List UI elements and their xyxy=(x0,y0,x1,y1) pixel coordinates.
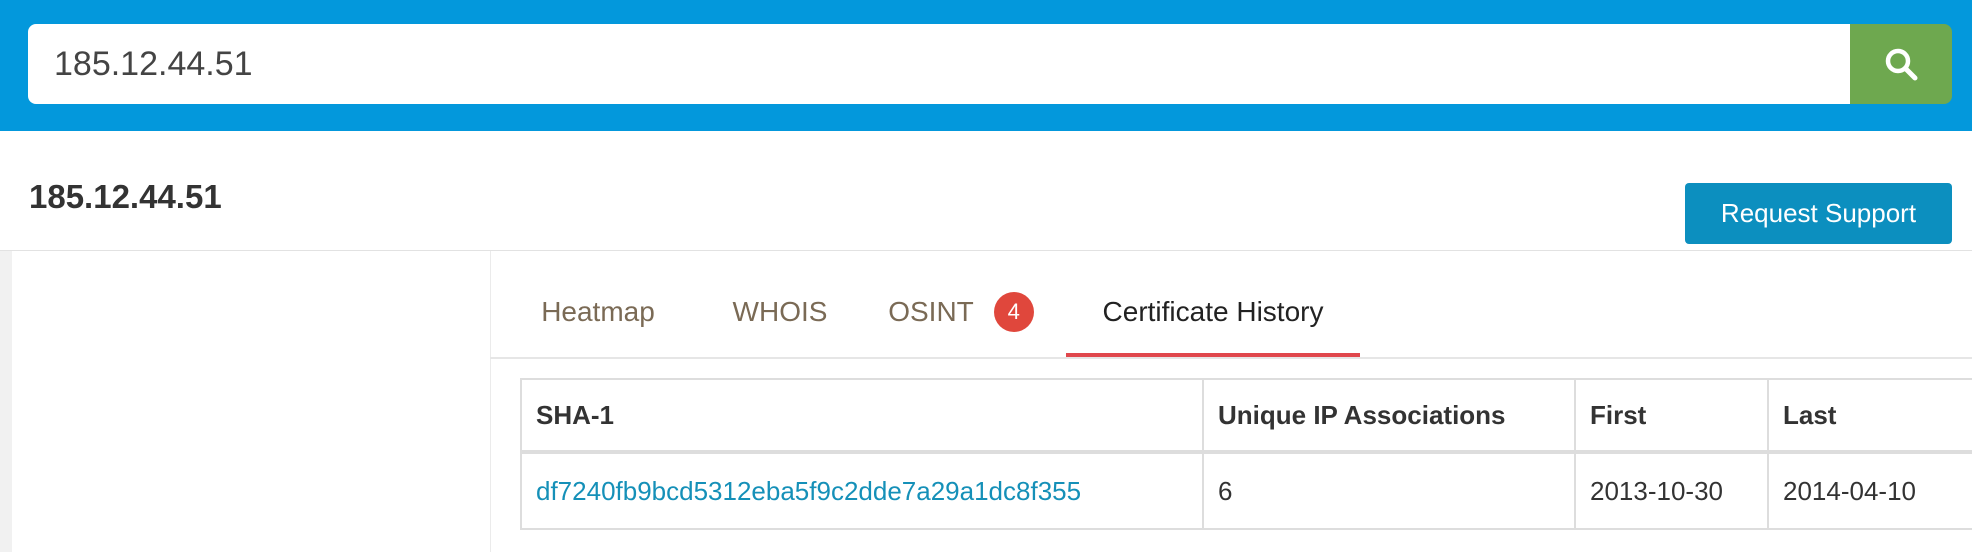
certificate-history-table: SHA-1 Unique IP Associations First Last … xyxy=(520,378,1972,530)
column-header-last: Last xyxy=(1767,378,1972,454)
column-header-unique-ip-associations: Unique IP Associations xyxy=(1202,378,1576,454)
tab-certificate-history[interactable]: Certificate History xyxy=(1066,251,1360,358)
first-seen-cell: 2013-10-30 xyxy=(1574,451,1769,530)
search-button[interactable] xyxy=(1850,24,1952,104)
tab-whois[interactable]: WHOIS xyxy=(720,251,840,358)
osint-count-badge: 4 xyxy=(993,291,1034,332)
tab-osint[interactable]: OSINT 4 xyxy=(878,251,1044,358)
tab-label: OSINT xyxy=(888,295,974,327)
unique-ip-cell: 6 xyxy=(1202,451,1576,530)
tab-label: Certificate History xyxy=(1102,295,1324,327)
tab-bar: Heatmap WHOIS OSINT 4 Certificate Histor… xyxy=(490,251,1972,358)
page-title: 185.12.44.51 xyxy=(29,178,222,215)
request-support-button[interactable]: Request Support xyxy=(1685,183,1952,244)
column-header-sha1: SHA-1 xyxy=(520,378,1204,454)
sha1-link[interactable]: df7240fb9bcd5312eba5f9c2dde7a29a1dc8f355 xyxy=(536,476,1081,506)
table-row: df7240fb9bcd5312eba5f9c2dde7a29a1dc8f355… xyxy=(520,451,1972,530)
tab-heatmap[interactable]: Heatmap xyxy=(520,251,676,358)
top-search-bar xyxy=(0,0,1972,131)
search-icon xyxy=(1885,48,1918,81)
tab-bar-divider xyxy=(490,357,1972,359)
table-header-row: SHA-1 Unique IP Associations First Last xyxy=(520,378,1972,454)
sha1-cell: df7240fb9bcd5312eba5f9c2dde7a29a1dc8f355 xyxy=(520,451,1204,530)
search-input[interactable] xyxy=(28,24,1850,104)
tab-label: WHOIS xyxy=(732,295,828,327)
column-header-first: First xyxy=(1574,378,1769,454)
tab-label: Heatmap xyxy=(541,295,655,327)
last-seen-cell: 2014-04-10 xyxy=(1767,451,1972,530)
sidebar xyxy=(0,251,490,552)
